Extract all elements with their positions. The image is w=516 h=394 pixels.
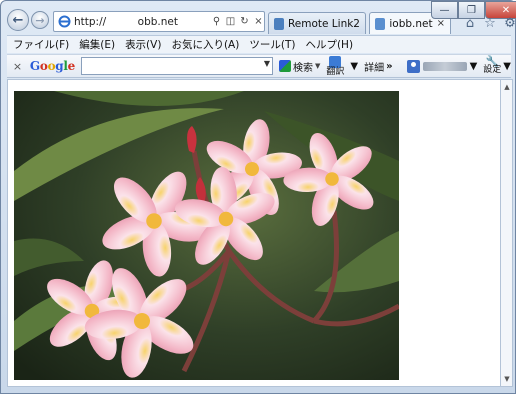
tab-label: iobb.net — [389, 17, 433, 30]
tab-favicon-icon — [375, 17, 386, 30]
menu-view[interactable]: 表示(V) — [125, 37, 161, 52]
google-search-icon — [279, 60, 291, 72]
command-icons: ⌂ ☆ ⚙ — [463, 16, 516, 31]
translate-button[interactable]: 翻訳 — [326, 55, 345, 77]
back-button[interactable]: ← — [7, 9, 29, 31]
google-search-button[interactable]: 検索 ▼ — [279, 59, 320, 74]
menu-tools[interactable]: ツール(T) — [249, 37, 295, 52]
arrow-left-icon: ← — [12, 12, 24, 28]
home-icon[interactable]: ⌂ — [463, 16, 477, 31]
search-icon[interactable]: ⚲ — [211, 16, 222, 27]
browser-window: ← → http:// obb.net ⚲ ◫ ↻ × Remote Link2… — [0, 0, 516, 394]
account-block[interactable]: ▼ — [406, 59, 478, 73]
search-button-label: 検索 — [293, 62, 313, 74]
settings-button[interactable]: 🔧 設定 — [483, 56, 502, 75]
address-url[interactable]: http:// obb.net — [74, 16, 208, 28]
stop-icon[interactable]: × — [253, 16, 264, 27]
chevron-down-icon[interactable]: ▼ — [470, 61, 478, 72]
minimize-button[interactable]: — — [431, 1, 458, 19]
refresh-icon[interactable]: ↻ — [239, 16, 250, 27]
account-name-redacted — [422, 61, 467, 71]
title-bar: ← → http:// obb.net ⚲ ◫ ↻ × Remote Link2… — [1, 1, 516, 35]
minimize-icon: — — [439, 4, 450, 16]
chevron-down-icon[interactable]: ▼ — [264, 59, 270, 68]
more-chevron-icon: » — [386, 60, 393, 72]
gear-icon[interactable]: ⚙ — [503, 16, 516, 31]
google-search-box[interactable]: ▼ — [81, 57, 273, 75]
vertical-scrollbar[interactable]: ▲ ▼ — [501, 79, 513, 387]
chevron-down-icon[interactable]: ▼ — [350, 61, 358, 72]
tab-favicon-icon — [274, 17, 284, 30]
toolbar-close-button[interactable]: × — [11, 60, 24, 73]
details-label: 詳細 — [364, 62, 385, 74]
user-avatar-icon — [406, 59, 420, 73]
ie-page-icon — [58, 15, 71, 28]
settings-label: 設定 — [483, 65, 502, 75]
menu-bar: ファイル(F) 編集(E) 表示(V) お気に入り(A) ツール(T) ヘルプ(… — [7, 35, 511, 53]
page-content — [7, 79, 501, 387]
close-tab-icon[interactable]: × — [437, 18, 445, 29]
translate-label: 翻訳 — [326, 66, 345, 77]
tab-remote-link2[interactable]: Remote Link2 — [268, 12, 366, 34]
scroll-up-icon[interactable]: ▲ — [502, 82, 512, 92]
scroll-down-icon[interactable]: ▼ — [502, 374, 512, 384]
forward-button[interactable]: → — [31, 11, 49, 29]
menu-file[interactable]: ファイル(F) — [13, 37, 69, 52]
menu-help[interactable]: ヘルプ(H) — [305, 37, 353, 52]
chevron-down-icon[interactable]: ▼ — [503, 61, 511, 72]
compat-view-icon[interactable]: ◫ — [225, 16, 236, 27]
arrow-right-icon: → — [35, 13, 45, 27]
chevron-down-icon[interactable]: ▼ — [315, 62, 320, 70]
translate-icon — [329, 55, 342, 68]
favorites-star-icon[interactable]: ☆ — [483, 16, 497, 31]
details-button[interactable]: 詳細 » — [364, 59, 392, 74]
tab-label: Remote Link2 — [287, 17, 360, 30]
google-logo: Google — [29, 59, 75, 73]
restore-icon: ❐ — [467, 4, 476, 16]
menu-edit[interactable]: 編集(E) — [79, 37, 115, 52]
google-search-input[interactable] — [82, 58, 272, 74]
close-icon: ✕ — [501, 4, 511, 16]
address-bar[interactable]: http:// obb.net ⚲ ◫ ↻ × — [53, 11, 265, 32]
plumeria-flower-photo — [14, 91, 399, 380]
menu-favorites[interactable]: お気に入り(A) — [171, 37, 239, 52]
google-toolbar: × Google ▼ 検索 ▼ 翻訳 ▼ 詳細 » ▼ 🔧 設定 ▼ — [7, 54, 511, 78]
